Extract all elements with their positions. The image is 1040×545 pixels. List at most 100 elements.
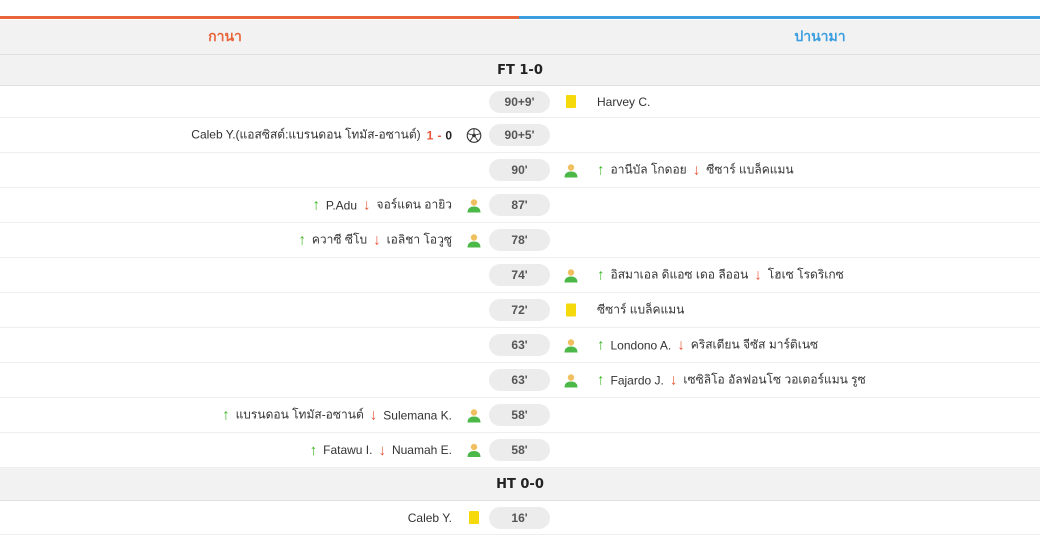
yellow-card-icon [563, 94, 579, 110]
event-row: 90+9' Harvey C. [0, 86, 1040, 118]
event-row: 16' Caleb Y. [0, 501, 1040, 535]
event-list-second-half: 90+9' Harvey C. 90+5' Caleb Y.(แอสซิสต์:แบร… [0, 86, 1040, 468]
goal-score-separator: - [437, 128, 442, 142]
home-event[interactable]: Caleb Y. [408, 510, 482, 526]
event-row: 87' ↑ P.Adu ↓ จอร์แดน อายิว [0, 188, 1040, 223]
arrow-down-icon: ↓ [692, 161, 701, 179]
event-minute-badge: 16' [489, 506, 550, 529]
yellow-card-shape [566, 95, 576, 108]
player-name[interactable]: ซีซาร์ แบล็คแมน [597, 301, 684, 320]
player-in-name[interactable]: Fatawu I. [323, 443, 372, 457]
player-out-name[interactable]: เอลิชา โอวูซู [387, 231, 452, 250]
player-out-name[interactable]: เซซิลิโอ อัลฟอนโซ วอเตอร์แมน รูซ [683, 371, 865, 390]
event-minute-badge: 58' [489, 404, 550, 426]
substitution-player-icon [466, 232, 482, 248]
soccer-ball-icon [466, 127, 482, 143]
arrow-down-icon: ↓ [378, 441, 386, 459]
player-out-name[interactable]: คริสเตียน จีซัส มาร์ติเนซ [691, 336, 818, 355]
event-minute-badge: 72' [489, 299, 550, 321]
substitution-player-icon [466, 197, 482, 213]
player-in-name[interactable]: แบรนดอน โทมัส-อซานต์ [236, 406, 364, 425]
event-minute-badge: 63' [489, 369, 550, 391]
full-time-score: FT 1-0 [0, 55, 1040, 86]
player-in-name[interactable]: ควาซี ซีโบ [312, 231, 367, 250]
goal-scorer[interactable]: Caleb Y.(แอสซิสต์:แบรนดอน โทมัส-อซานต์) [191, 126, 420, 145]
yellow-card-shape [469, 511, 479, 524]
home-event[interactable]: ↑ P.Adu ↓ จอร์แดน อายิว [312, 196, 482, 215]
event-minute-badge: 87' [489, 194, 550, 216]
player-out-name[interactable]: Sulemana K. [383, 408, 452, 422]
substitution-player-icon [563, 372, 579, 388]
away-event[interactable]: ↑ Londono A. ↓ คริสเตียน จีซัส มาร์ติเนซ [563, 336, 818, 355]
home-team-name[interactable]: กานา [0, 20, 520, 54]
event-list-first-half: 16' Caleb Y. [0, 501, 1040, 535]
event-minute-badge: 78' [489, 229, 550, 251]
home-event[interactable]: Caleb Y.(แอสซิสต์:แบรนดอน โทมัส-อซานต์) 1… [191, 126, 482, 145]
yellow-card-shape [566, 303, 576, 317]
arrow-up-icon: ↑ [597, 336, 605, 354]
event-row: 58' ↑ แบรนดอน โทมัส-อซานต์ ↓ Sulemana K. [0, 398, 1040, 433]
yellow-card-icon [466, 510, 482, 526]
away-event[interactable]: ↑ อิสมาเอล ดิแอซ เดอ ลีออน ↓ โฮเซ โรดริเกซ [563, 266, 844, 285]
arrow-up-icon: ↑ [309, 441, 318, 459]
event-row: 74' ↑ อิสมาเอล ดิแอซ เดอ ลีออน ↓ โฮเซ โรดริเ… [0, 258, 1040, 293]
player-in-name[interactable]: Londono A. [611, 338, 672, 352]
arrow-down-icon: ↓ [373, 231, 381, 249]
player-in-name[interactable]: อานีบัล โกดอย [611, 161, 687, 180]
arrow-up-icon: ↑ [312, 196, 320, 214]
event-minute-badge: 63' [489, 334, 550, 356]
event-minute-badge: 90' [489, 159, 550, 181]
player-out-name[interactable]: Nuamah E. [392, 443, 452, 457]
home-accent-line [0, 16, 519, 19]
event-minute-badge: 90+9' [489, 90, 550, 113]
event-row: 90' ↑ อานีบัล โกดอย ↓ ซีซาร์ แบล็คแมน [0, 153, 1040, 188]
arrow-down-icon: ↓ [363, 196, 371, 214]
player-out-name[interactable]: โฮเซ โรดริเกซ [768, 266, 844, 285]
away-event[interactable]: ↑ Fajardo J. ↓ เซซิลิโอ อัลฟอนโซ วอเตอร์แมน… [563, 371, 866, 390]
substitution-player-icon [563, 337, 579, 353]
arrow-up-icon: ↑ [222, 406, 230, 424]
substitution-player-icon [466, 442, 482, 458]
player-out-name[interactable]: จอร์แดน อายิว [377, 196, 452, 215]
substitution-player-icon [563, 267, 579, 283]
goal-score-away: 0 [445, 128, 452, 142]
event-row: 72' ซีซาร์ แบล็คแมน [0, 293, 1040, 328]
event-minute-badge: 74' [489, 264, 550, 286]
event-row: 63' ↑ Fajardo J. ↓ เซซิลิโอ อัลฟอนโซ วอเตอร์… [0, 363, 1040, 398]
player-name[interactable]: Harvey C. [597, 95, 650, 109]
substitution-player-icon [466, 407, 482, 423]
event-row: 90+5' Caleb Y.(แอสซิสต์:แบรนดอน โทมัส-อซา… [0, 118, 1040, 153]
event-row: 78' ↑ ควาซี ซีโบ ↓ เอลิชา โอวูซู [0, 223, 1040, 258]
event-row: 58' ↑ Fatawu I. ↓ Nuamah E. [0, 433, 1040, 468]
player-name[interactable]: Caleb Y. [408, 511, 452, 525]
home-event[interactable]: ↑ แบรนดอน โทมัส-อซานต์ ↓ Sulemana K. [222, 406, 482, 425]
away-event[interactable]: Harvey C. [563, 94, 650, 110]
goal-score: 1-0 [427, 128, 452, 142]
away-event[interactable]: ซีซาร์ แบล็คแมน [563, 301, 684, 320]
arrow-up-icon: ↑ [597, 371, 605, 389]
substitution-player-icon [563, 162, 579, 178]
arrow-down-icon: ↓ [669, 371, 678, 389]
arrow-down-icon: ↓ [677, 336, 685, 354]
event-minute-badge: 90+5' [489, 124, 550, 146]
away-event[interactable]: ↑ อานีบัล โกดอย ↓ ซีซาร์ แบล็คแมน [563, 161, 794, 180]
arrow-up-icon: ↑ [298, 231, 306, 249]
header-accent-bar [0, 0, 1040, 20]
yellow-card-icon [563, 302, 579, 318]
arrow-up-icon: ↑ [597, 266, 605, 284]
event-minute-badge: 58' [489, 439, 550, 461]
arrow-up-icon: ↑ [597, 161, 605, 179]
away-team-name[interactable]: ปานามา [520, 20, 1040, 54]
half-time-score: HT 0-0 [0, 468, 1040, 501]
event-row: 63' ↑ Londono A. ↓ คริสเตียน จีซัส มาร์ติเนซ [0, 328, 1040, 363]
player-in-name[interactable]: Fajardo J. [611, 373, 664, 387]
player-in-name[interactable]: P.Adu [326, 198, 357, 212]
player-in-name[interactable]: อิสมาเอล ดิแอซ เดอ ลีออน [611, 266, 749, 285]
away-accent-line [519, 16, 1040, 19]
home-event[interactable]: ↑ ควาซี ซีโบ ↓ เอลิชา โอวูซู [298, 231, 482, 250]
team-header: กานา ปานามา [0, 20, 1040, 55]
goal-score-home: 1 [426, 128, 434, 142]
home-event[interactable]: ↑ Fatawu I. ↓ Nuamah E. [310, 442, 482, 458]
arrow-down-icon: ↓ [369, 406, 378, 424]
player-out-name[interactable]: ซีซาร์ แบล็คแมน [706, 161, 793, 180]
